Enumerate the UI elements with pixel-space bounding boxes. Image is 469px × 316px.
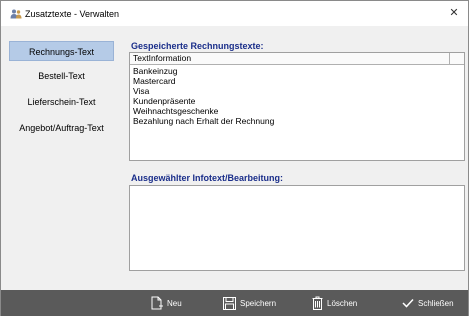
column-header-filler [450,53,464,65]
editor-heading: Ausgewählter Infotext/Bearbeitung: [131,173,284,183]
list-item[interactable]: Mastercard [130,76,464,86]
saved-texts-heading: Gespeicherte Rechnungstexte: [131,41,264,51]
dialog-body: Rechnungs-Text Bestell-Text Lieferschein… [1,26,468,290]
floppy-disk-icon [223,296,236,310]
sidebar-item-angebot-auftrag-text[interactable]: Angebot/Auftrag-Text [9,118,114,138]
delete-button[interactable]: Löschen [312,290,357,316]
list-item[interactable]: Bezahlung nach Erhalt der Rechnung [130,116,464,126]
save-button[interactable]: Speichern [223,290,276,316]
dialog-window: Zusatztexte - Verwalten ✕ Rechnungs-Text… [0,0,469,316]
saved-texts-list[interactable]: TextInformation Bankeinzug Mastercard Vi… [129,52,465,161]
title-bar: Zusatztexte - Verwalten ✕ [1,1,468,26]
close-dialog-button[interactable]: Schließen [402,290,454,316]
new-button-label: Neu [167,298,182,308]
trash-icon [312,296,323,310]
new-button[interactable]: Neu [151,290,182,316]
list-rows: Bankeinzug Mastercard Visa Kundenpräsent… [130,66,464,126]
sidebar-item-bestell-text[interactable]: Bestell-Text [9,66,114,86]
info-text-editor[interactable] [129,185,465,271]
close-button[interactable]: ✕ [446,5,462,21]
sidebar-item-rechnungs-text[interactable]: Rechnungs-Text [9,41,114,61]
list-item[interactable]: Visa [130,86,464,96]
list-item[interactable]: Weihnachtsgeschenke [130,106,464,116]
window-title: Zusatztexte - Verwalten [25,9,120,19]
sidebar-item-lieferschein-text[interactable]: Lieferschein-Text [9,92,114,112]
list-item[interactable]: Bankeinzug [130,66,464,76]
footer-toolbar: Neu Speichern Löschen Schließen [1,290,468,316]
delete-button-label: Löschen [327,298,358,308]
list-item[interactable]: Kundenpräsente [130,96,464,106]
close-dialog-button-label: Schließen [418,298,454,308]
save-button-label: Speichern [240,298,277,308]
column-header-textinformation[interactable]: TextInformation [130,53,450,65]
new-document-icon [151,296,163,310]
users-icon [10,9,22,19]
checkmark-icon [402,298,414,308]
